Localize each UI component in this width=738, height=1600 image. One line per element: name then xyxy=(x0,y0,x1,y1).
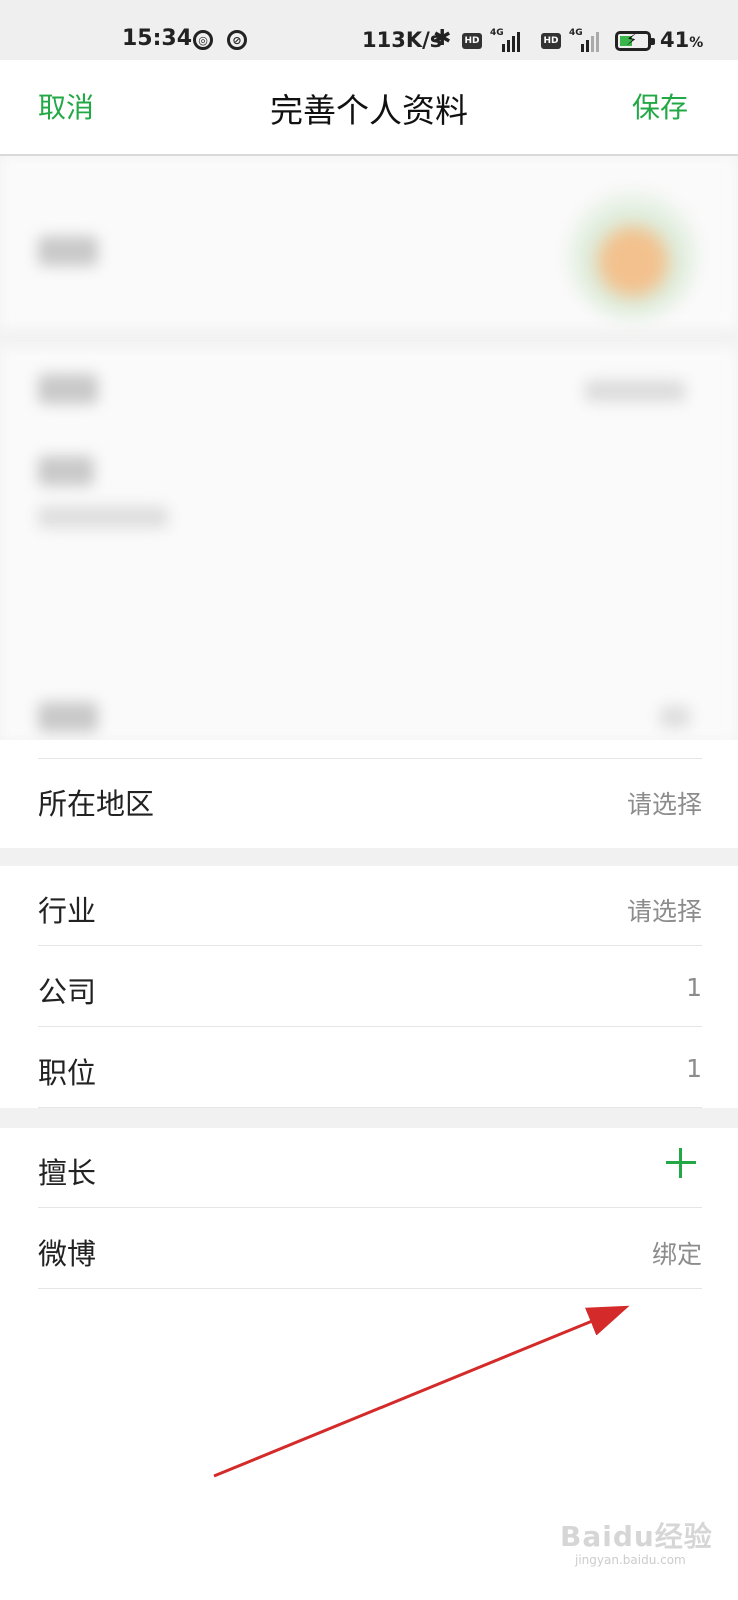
status-time: 15:34 xyxy=(122,26,193,51)
battery-percent: 41% xyxy=(660,28,704,52)
field-label: 微博 xyxy=(38,1237,97,1271)
field-value: 1 xyxy=(686,973,702,1002)
field-value: 请选择 xyxy=(626,897,702,926)
bind-weibo-link[interactable]: 绑定 xyxy=(652,1235,702,1271)
avatar[interactable] xyxy=(568,190,698,320)
field-value: 1 xyxy=(686,1054,702,1083)
page-title: 完善个人资料 xyxy=(270,91,468,130)
redacted-fields-card xyxy=(0,348,738,741)
field-value: 请选择 xyxy=(626,790,702,819)
field-label: 职位 xyxy=(38,1056,97,1090)
divider xyxy=(38,1288,702,1289)
sim1-signal-icon: 4G xyxy=(490,28,526,52)
field-label: 所在地区 xyxy=(38,787,155,821)
work-section: 行业 请选择 公司 1 职位 1 xyxy=(0,866,738,1108)
sim2-signal-icon: 4G xyxy=(569,28,605,52)
baidu-watermark: Baidu经验 xyxy=(560,1520,713,1553)
sim2-network-type: 4G xyxy=(569,28,583,38)
app-notification-icon: ⊘ xyxy=(227,30,247,50)
list-item-region[interactable]: 所在地区 请选择 xyxy=(38,759,702,839)
section-gap xyxy=(0,1108,738,1128)
field-label: 行业 xyxy=(38,894,97,928)
list-item-specialty[interactable]: 擅长 xyxy=(38,1128,702,1208)
list-item-weibo[interactable]: 微博 绑定 xyxy=(38,1209,702,1289)
save-button[interactable]: 保存 xyxy=(632,86,688,126)
divider xyxy=(38,945,702,946)
region-section: 所在地区 请选择 xyxy=(0,740,738,848)
list-item-position[interactable]: 职位 1 xyxy=(38,1028,702,1108)
redacted-value xyxy=(585,380,685,402)
status-bar: 15:34 ◎ ⊘ 113K/s ✱ HD 4G HD 4G ⚡ 41% xyxy=(0,0,738,60)
redacted-label xyxy=(38,456,94,486)
redacted-label xyxy=(38,702,98,732)
list-item-industry[interactable]: 行业 请选择 xyxy=(38,866,702,946)
charging-bolt-icon: ⚡ xyxy=(626,30,638,49)
battery-icon: ⚡ xyxy=(615,30,655,51)
navigation-bar: 取消 完善个人资料 保存 xyxy=(0,60,738,156)
redacted-value xyxy=(660,706,690,728)
add-icon[interactable] xyxy=(666,1148,696,1178)
field-label: 擅长 xyxy=(38,1156,97,1190)
divider xyxy=(38,1207,702,1208)
redacted-label xyxy=(38,236,98,266)
redacted-profile-region xyxy=(0,156,738,741)
bluetooth-icon: ✱ xyxy=(433,26,452,51)
divider xyxy=(38,1026,702,1027)
baidu-watermark-url: jingyan.baidu.com xyxy=(575,1553,686,1567)
list-item-company[interactable]: 公司 1 xyxy=(38,947,702,1027)
section-gap xyxy=(0,848,738,866)
sim2-hd-icon: HD xyxy=(541,33,561,49)
field-label: 公司 xyxy=(38,975,97,1009)
sim1-hd-icon: HD xyxy=(462,33,482,49)
network-speed: 113K/s xyxy=(362,28,443,52)
redacted-value xyxy=(38,506,168,528)
redacted-label xyxy=(38,374,98,404)
netease-music-icon: ◎ xyxy=(193,30,213,50)
sim1-network-type: 4G xyxy=(490,28,504,38)
